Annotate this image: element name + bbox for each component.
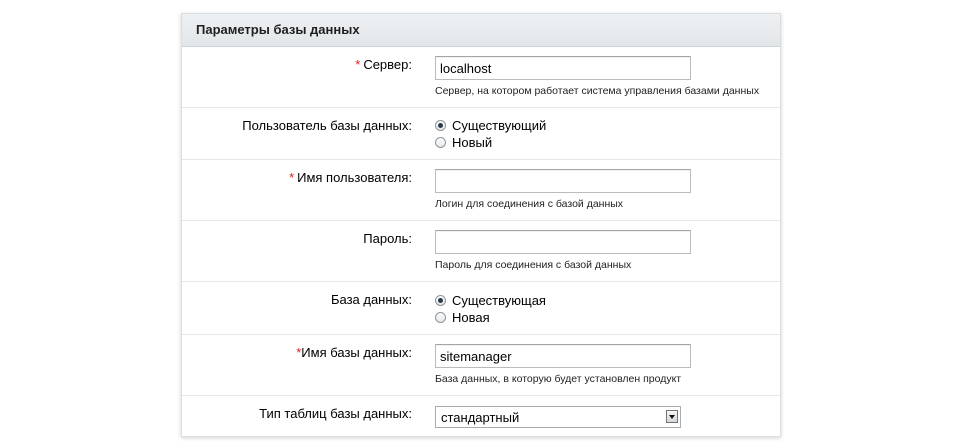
password-row: Пароль: Пароль для соединения с базой да… [182, 221, 780, 282]
db-name-input[interactable] [435, 344, 691, 368]
radio-existing-user[interactable]: Существующий [435, 117, 546, 133]
db-name-label: *Имя базы данных: [296, 345, 412, 360]
table-type-select[interactable]: стандартный [435, 406, 681, 428]
server-label: * Сервер: [355, 57, 412, 72]
database-row: База данных: Существующая Новая [182, 282, 780, 335]
radio-new-user[interactable]: Новый [435, 134, 546, 150]
password-label: Пароль: [363, 231, 412, 246]
username-label: * Имя пользователя: [289, 170, 412, 185]
server-row: *Сервер: Сервер, на котором работает сис… [182, 47, 780, 108]
radio-button-icon[interactable] [435, 136, 446, 148]
table-type-label: Тип таблиц базы данных: [259, 406, 412, 421]
radio-button-icon[interactable] [435, 311, 446, 323]
username-row: * Имя пользователя: Логин для соединения … [182, 160, 780, 221]
panel-title: Параметры базы данных [182, 14, 780, 47]
db-settings-panel: Параметры базы данных *Сервер: Сервер, н… [181, 13, 781, 437]
password-hint: Пароль для соединения с базой данных [435, 259, 632, 271]
server-input[interactable] [435, 56, 691, 80]
chevron-down-icon[interactable] [666, 410, 678, 423]
password-input[interactable] [435, 230, 691, 254]
db-user-row: Пользователь базы данных: Существующий Н… [182, 108, 780, 160]
server-hint: Сервер, на котором работает система упра… [435, 85, 760, 97]
radio-new-db[interactable]: Новая [435, 309, 546, 325]
db-user-label: Пользователь базы данных: [242, 118, 412, 133]
radio-existing-db[interactable]: Существующая [435, 292, 546, 308]
username-input[interactable] [435, 169, 691, 193]
radio-button-icon[interactable] [435, 294, 446, 306]
table-type-selected-value: стандартный [441, 410, 520, 425]
table-type-row: Тип таблиц базы данных: стандартный [182, 396, 780, 436]
required-mark: * [289, 170, 295, 185]
db-name-row: *Имя базы данных: База данных, в которую… [182, 335, 780, 396]
username-hint: Логин для соединения с базой данных [435, 198, 624, 210]
database-label: База данных: [330, 292, 412, 307]
required-mark: * [355, 57, 361, 72]
radio-button-icon[interactable] [435, 119, 446, 131]
db-name-hint: База данных, в которую будет установлен … [435, 373, 682, 385]
